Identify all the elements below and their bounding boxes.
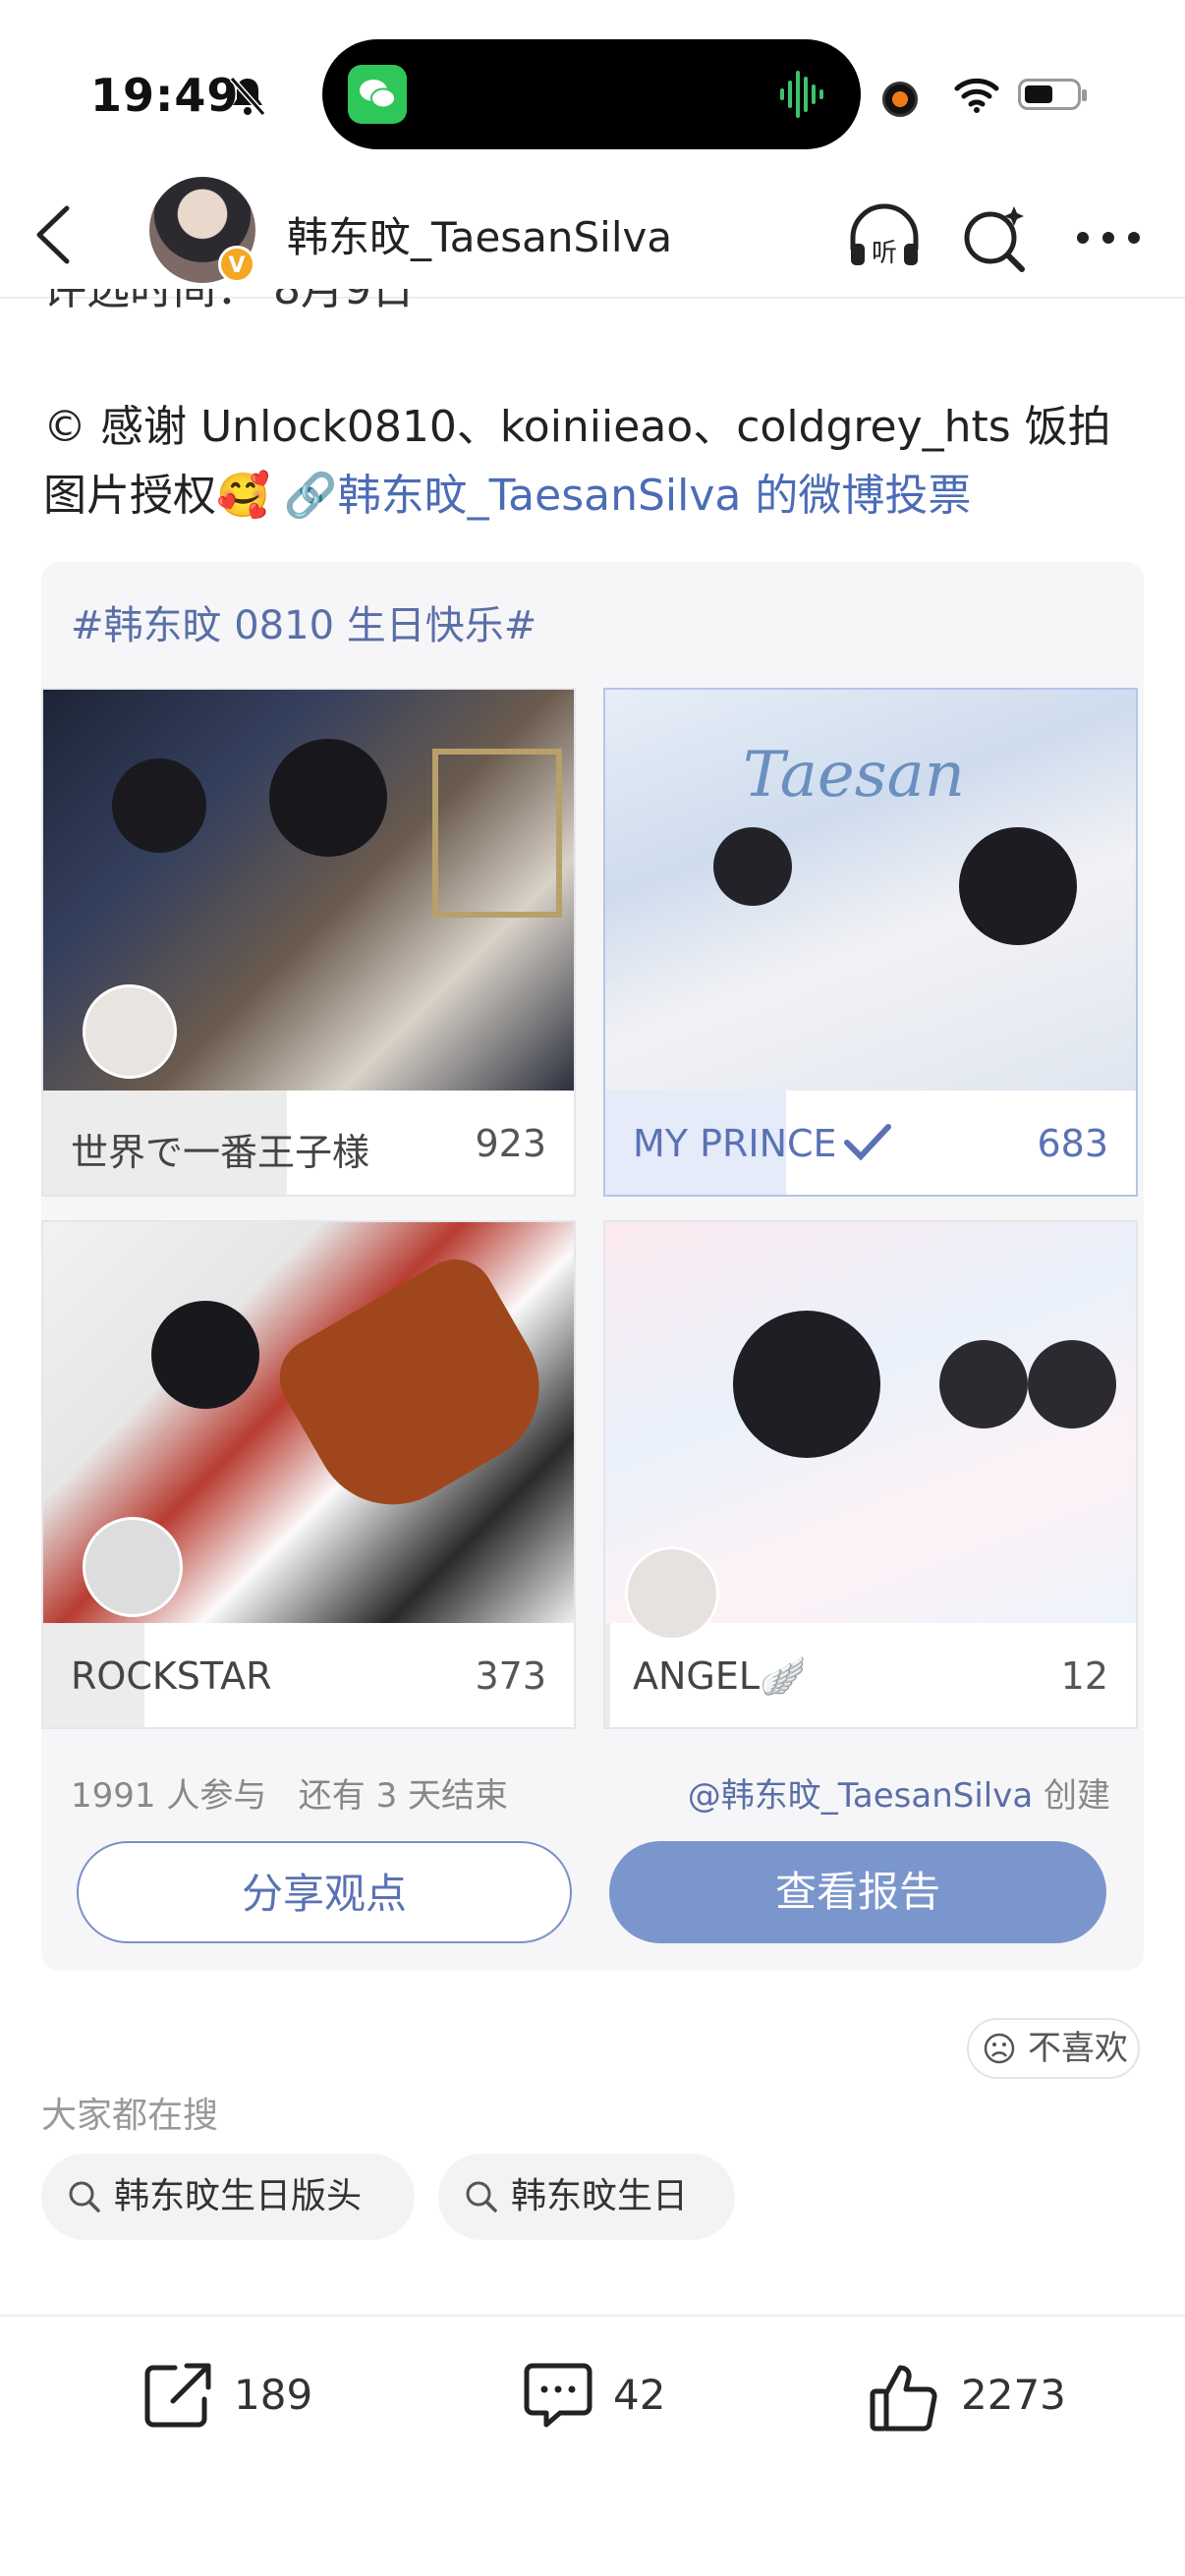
vote-share-bar bbox=[605, 1623, 611, 1727]
ai-search-icon[interactable] bbox=[953, 196, 1036, 279]
poll-meta: 1991 人参与 还有 3 天结束 bbox=[71, 1768, 508, 1817]
post-text: © 感谢 Unlock0810、koiniieao、coldgrey_hts 饭… bbox=[43, 393, 1144, 531]
option-count: 683 bbox=[1037, 1122, 1108, 1165]
search-icon bbox=[69, 2181, 100, 2212]
poll-option-4[interactable]: ANGEL🪽 12 bbox=[603, 1220, 1138, 1729]
post-line-1: © 感谢 Unlock0810、koiniieao、coldgrey_hts 饭… bbox=[43, 402, 1111, 452]
wechat-icon bbox=[348, 65, 407, 124]
poll-creator: @韩东旼_TaesanSilva 创建 bbox=[688, 1768, 1110, 1817]
post-line-2: 图片授权🥰 bbox=[43, 471, 284, 521]
option-label: MY PRINCE bbox=[633, 1122, 894, 1165]
battery-icon bbox=[1018, 79, 1087, 110]
search-icon bbox=[466, 2181, 497, 2212]
poll-option-3[interactable]: ROCKSTAR 373 bbox=[41, 1220, 576, 1729]
comment-icon bbox=[524, 2363, 592, 2428]
option-image bbox=[605, 1222, 1136, 1641]
poll-hashtag[interactable]: #韩东旼 0810 生日快乐# bbox=[71, 593, 536, 650]
option-count: 12 bbox=[1060, 1654, 1108, 1698]
creator-link[interactable]: @韩东旼_TaesanSilva bbox=[688, 1776, 1033, 1816]
poll-link[interactable]: 🔗韩东旼_TaesanSilva 的微博投票 bbox=[284, 471, 972, 521]
creator-suffix: 创建 bbox=[1033, 1776, 1110, 1816]
view-report-button[interactable]: 查看报告 bbox=[609, 1841, 1106, 1943]
dislike-label: 不喜欢 bbox=[1028, 2029, 1128, 2068]
share-opinion-button[interactable]: 分享观点 bbox=[77, 1841, 572, 1943]
participant-count: 1991 人参与 bbox=[71, 1776, 267, 1816]
search-chip-label: 韩东旼生日 bbox=[511, 2176, 689, 2216]
option-label: 世界で一番王子様 bbox=[71, 1131, 370, 1174]
search-chip[interactable]: 韩东旼生日 bbox=[438, 2154, 735, 2240]
privacy-indicator bbox=[882, 82, 918, 117]
bottom-divider bbox=[0, 2315, 1185, 2317]
more-icon[interactable] bbox=[1069, 196, 1152, 279]
thumbs-up-icon bbox=[870, 2365, 937, 2432]
option-label: ROCKSTAR bbox=[71, 1654, 272, 1698]
repost-count: 189 bbox=[234, 2371, 313, 2419]
search-chip[interactable]: 韩东旼生日版头 bbox=[41, 2154, 415, 2240]
option-label: ANGEL🪽 bbox=[633, 1654, 807, 1698]
wifi-icon bbox=[954, 78, 999, 113]
search-suggestions-title: 大家都在搜 bbox=[41, 2096, 219, 2136]
checkmark-icon bbox=[843, 1124, 891, 1161]
repost-icon bbox=[144, 2363, 211, 2428]
listen-label: 听 bbox=[872, 239, 897, 268]
option-count: 923 bbox=[475, 1122, 546, 1165]
status-time: 19:49 bbox=[90, 69, 240, 122]
dislike-button[interactable]: 不喜欢 bbox=[967, 2018, 1140, 2079]
poll-option-1[interactable]: 世界で一番王子様 923 bbox=[41, 688, 576, 1197]
option-image: Taesan bbox=[605, 690, 1136, 1091]
sad-face-icon bbox=[984, 2033, 1015, 2064]
like-button[interactable]: 2273 bbox=[869, 2356, 1104, 2435]
voice-wave-icon bbox=[780, 71, 823, 118]
user-name[interactable]: 韩东旼_TaesanSilva bbox=[287, 204, 672, 264]
option-image bbox=[43, 690, 574, 1091]
search-chip-label: 韩东旼生日版头 bbox=[114, 2176, 363, 2216]
like-count: 2273 bbox=[961, 2371, 1066, 2419]
silent-bell-icon bbox=[229, 77, 266, 116]
poll-option-2[interactable]: Taesan MY PRINCE 683 bbox=[603, 688, 1138, 1197]
option-image bbox=[43, 1222, 574, 1623]
time-remaining: 还有 3 天结束 bbox=[298, 1776, 509, 1816]
repost-button[interactable]: 189 bbox=[141, 2356, 338, 2435]
back-arrow-icon[interactable] bbox=[29, 202, 79, 267]
comment-count: 42 bbox=[613, 2371, 666, 2419]
headphones-listen-icon[interactable]: 听 bbox=[843, 196, 926, 279]
verified-badge-icon: V bbox=[218, 246, 255, 283]
comment-button[interactable]: 42 bbox=[521, 2356, 717, 2435]
option-count: 373 bbox=[475, 1654, 546, 1698]
